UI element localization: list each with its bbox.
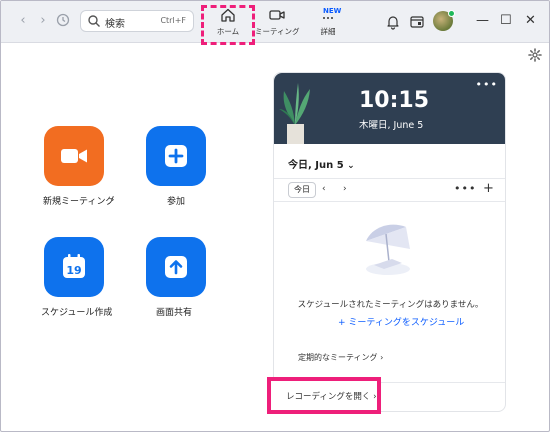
tab-home-label: ホーム [216, 27, 240, 36]
open-recordings-link[interactable]: レコーディングを開く › [286, 390, 377, 402]
calendar-panel: 10:15 木曜日, June 5 ••• 今日, Jun 5 ⌄ 今日 ‹ ›… [273, 72, 506, 412]
schedule-label: スケジュール作成 [41, 308, 113, 318]
clock-time: 10:15 [359, 88, 430, 113]
tab-meetings[interactable]: ミーティング [255, 7, 300, 41]
next-day-icon[interactable]: › [343, 184, 347, 194]
forward-icon[interactable]: › [35, 13, 51, 29]
minimize-icon[interactable]: — [476, 14, 489, 28]
history-icon[interactable] [55, 13, 71, 29]
calendar-toolbar: 今日 ‹ › ••• + [274, 178, 505, 202]
date-heading-label: 今日, Jun 5 [288, 160, 344, 171]
schedule-button[interactable]: 19 [44, 237, 104, 297]
more-icon[interactable]: ••• [476, 78, 498, 91]
schedule-meeting-link[interactable]: + ミーティングをスケジュール [338, 315, 464, 328]
new-meeting-button[interactable] [44, 126, 104, 186]
clock-card: 10:15 木曜日, June 5 ••• [274, 73, 505, 144]
search-shortcut: Ctrl+F [160, 16, 186, 25]
join-button[interactable] [146, 126, 206, 186]
today-button[interactable]: 今日 [288, 182, 316, 198]
calendar-icon: 19 [63, 254, 85, 278]
plant-illustration [279, 83, 310, 144]
add-icon[interactable]: + [483, 181, 494, 196]
home-icon [221, 8, 235, 22]
schedule-meeting-link-label: ミーティングをスケジュール [348, 318, 465, 328]
share-screen-button[interactable] [146, 237, 206, 297]
maximize-icon[interactable]: ☐ [500, 14, 512, 28]
more-options-icon[interactable]: ••• [454, 182, 476, 195]
previous-day-icon[interactable]: ‹ [322, 184, 326, 194]
title-bar: ‹ › 検索 Ctrl+F ホーム ミーティング NEW 詳細 — ☐ ✕ [1, 1, 549, 45]
clock-date: 木曜日, June 5 [359, 120, 424, 131]
chevron-right-icon: › [373, 392, 377, 402]
empty-message: スケジュールされたミーティングはありません。 [297, 300, 484, 310]
status-dot [448, 10, 455, 17]
gear-icon[interactable] [528, 48, 542, 62]
chevron-down-icon: ⌄ [347, 161, 355, 171]
recurring-meetings-label: 定期的なミーティング [298, 353, 378, 362]
tab-more[interactable]: 詳細 [306, 7, 350, 41]
more-icon [323, 17, 333, 19]
back-icon[interactable]: ‹ [15, 13, 31, 29]
open-recordings-label: レコーディングを開く [286, 392, 371, 402]
chevron-down-icon[interactable]: ⌄ [109, 194, 116, 203]
share-screen-label: 画面共有 [156, 308, 193, 318]
search-input[interactable]: 検索 Ctrl+F [80, 10, 194, 32]
search-icon [88, 15, 100, 27]
plus-icon: + [338, 318, 346, 328]
date-heading[interactable]: 今日, Jun 5 ⌄ [288, 156, 355, 171]
avatar[interactable] [433, 10, 455, 31]
share-up-icon [165, 256, 187, 278]
calendar-day: 19 [66, 264, 81, 277]
recurring-meetings-link[interactable]: 定期的なミーティング › [298, 352, 383, 363]
zoom-window: ‹ › 検索 Ctrl+F ホーム ミーティング NEW 詳細 — ☐ ✕ 新規… [0, 0, 550, 432]
video-camera-icon [269, 10, 285, 20]
plus-icon [165, 145, 187, 167]
close-icon[interactable]: ✕ [525, 14, 536, 28]
join-label: 参加 [167, 197, 186, 207]
tab-meetings-label: ミーティング [255, 27, 300, 36]
tab-more-label: 詳細 [320, 27, 336, 36]
new-meeting-label: 新規ミーティング [43, 197, 115, 207]
chevron-right-icon: › [380, 353, 384, 362]
bell-icon[interactable] [385, 14, 401, 30]
video-camera-icon [61, 149, 87, 163]
tab-home[interactable]: ホーム [206, 7, 250, 41]
search-placeholder: 検索 [105, 19, 125, 30]
beach-umbrella-illustration [366, 224, 410, 275]
whiteboard-icon[interactable] [409, 14, 425, 30]
